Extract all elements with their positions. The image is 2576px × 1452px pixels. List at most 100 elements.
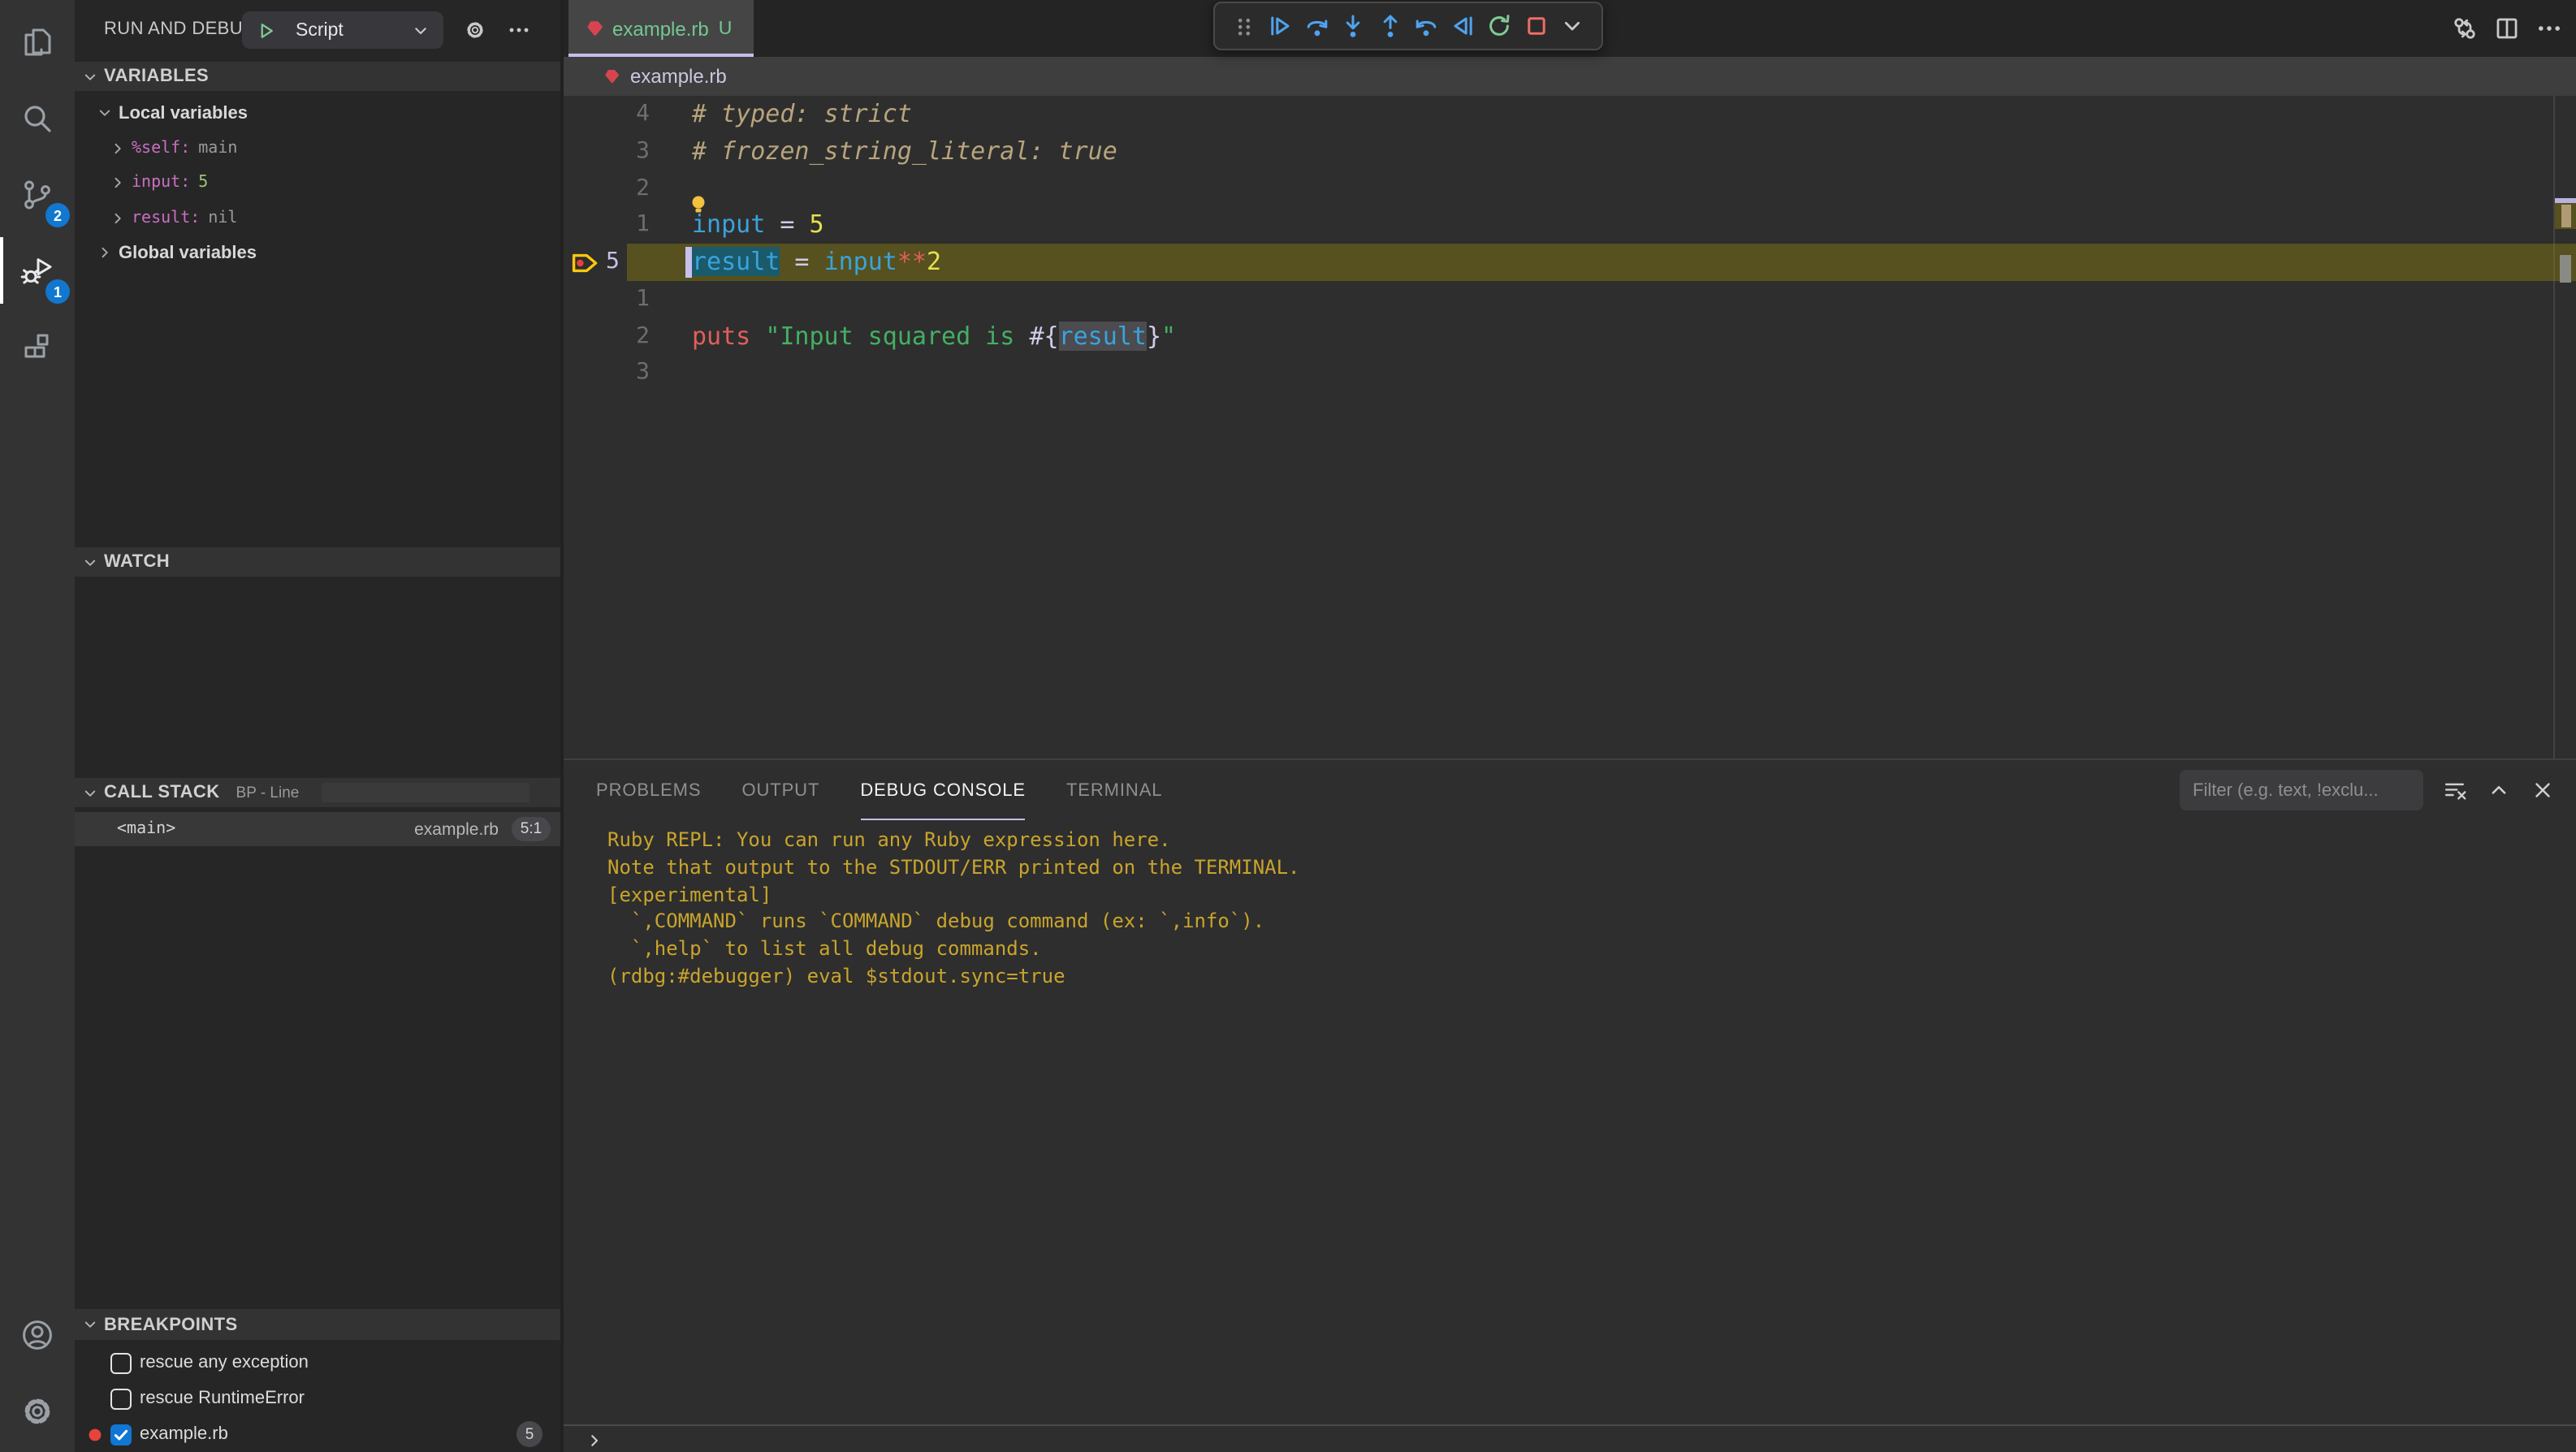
panel-tab-label: PROBLEMS (596, 780, 702, 800)
code-line[interactable]: 5 result = input**2 (564, 244, 2576, 281)
stop-icon (1523, 13, 1549, 39)
activity-settings-button[interactable] (0, 1372, 75, 1449)
variable-row[interactable]: result: nil (75, 201, 560, 236)
chevron-down-icon (81, 784, 99, 802)
breakpoint-row[interactable]: example.rb 5 (75, 1416, 560, 1452)
code-line-text: input = 5 (692, 210, 824, 240)
variables-section-header[interactable]: VARIABLES (75, 62, 560, 91)
panel-tab-label: OUTPUT (741, 780, 820, 800)
panel-actions (2180, 770, 2555, 810)
breakpoint-row[interactable]: rescue any exception (75, 1345, 560, 1381)
console-line: [experimental] (607, 883, 772, 906)
call-stack-section-header[interactable]: CALL STACK BP - Line (75, 778, 560, 807)
account-icon (18, 1315, 57, 1354)
console-filter-input[interactable] (2180, 770, 2423, 810)
activity-bar-top: 21 (0, 3, 75, 385)
breakpoint-row[interactable]: rescue RuntimeError (75, 1381, 560, 1416)
panel-tab-label: DEBUG CONSOLE (860, 780, 1026, 800)
activity-bar: 21 (0, 0, 75, 1452)
console-line: (rdbg:#debugger) eval $stdout.sync=true (607, 964, 1065, 987)
panel-tab-label: TERMINAL (1065, 780, 1163, 800)
split-editor-icon[interactable] (2493, 15, 2521, 42)
close-icon[interactable] (743, 18, 744, 39)
reverse-continue-button[interactable] (1449, 12, 1476, 40)
tab-example-rb[interactable]: example.rb U (568, 0, 754, 57)
variables-group-row[interactable]: Global variables (75, 236, 560, 270)
activity-run-and-debug-button[interactable]: 1 (0, 232, 75, 309)
frame-location-badge: 5:1 (512, 817, 551, 841)
maximize-panel-icon[interactable] (2487, 778, 2511, 802)
activity-extensions-button[interactable] (0, 309, 75, 385)
clear-console-icon[interactable] (2443, 778, 2467, 802)
activity-explorer-button[interactable] (0, 3, 75, 80)
continue-button[interactable] (1266, 12, 1294, 40)
stop-button[interactable] (1522, 12, 1549, 40)
chevron-down-icon (81, 1316, 99, 1333)
launch-config-dropdown[interactable]: Script (242, 11, 443, 49)
sidebar-header: RUN AND DEBUG Script (75, 0, 560, 60)
code-line[interactable]: 1 (564, 281, 2576, 318)
ruler-word-highlight-mark (2560, 255, 2571, 283)
more-actions-icon[interactable] (2535, 15, 2563, 42)
section-label: BREAKPOINTS (104, 1315, 238, 1334)
variable-row[interactable]: %self: main (75, 131, 560, 166)
ruler-modified-mark (2561, 205, 2571, 227)
step-out-button[interactable] (1376, 12, 1403, 40)
code-line[interactable]: 3 (564, 355, 2576, 392)
activity-accounts-button[interactable] (0, 1296, 75, 1372)
step-into-button[interactable] (1339, 12, 1367, 40)
code-line-text: result = input**2 (692, 247, 942, 276)
start-debug-icon[interactable] (257, 20, 276, 40)
activity-badge: 2 (45, 203, 70, 227)
breakpoints-section-header[interactable]: BREAKPOINTS (75, 1309, 560, 1340)
step-over-button[interactable] (1303, 12, 1330, 40)
overview-ruler[interactable] (2553, 96, 2576, 758)
breakpoint-checkbox[interactable] (110, 1424, 132, 1445)
variables-group-label: Global variables (119, 243, 257, 263)
variables-group-row[interactable]: Local variables (75, 96, 560, 131)
gear-icon (18, 1391, 57, 1430)
section-label: WATCH (104, 552, 171, 572)
breakpoint-checkbox[interactable] (110, 1352, 132, 1373)
call-stack-frame[interactable]: <main> example.rb 5:1 (75, 812, 560, 846)
variable-value: 5 (198, 174, 209, 192)
line-number: 4 (636, 101, 650, 127)
breakpoint-dot-icon (86, 1425, 104, 1443)
code-editor[interactable]: 4 # typed: strict 3 # frozen_string_literal… (564, 96, 2576, 758)
chevron-down-icon (96, 105, 114, 123)
more-actions-icon[interactable] (507, 18, 531, 42)
variable-row[interactable]: input: 5 (75, 166, 560, 201)
breadcrumb[interactable]: example.rb (564, 57, 2576, 96)
panel-tab-output[interactable]: OUTPUT (741, 760, 819, 820)
activity-source-control-button[interactable]: 2 (0, 156, 75, 232)
gripper-icon (1230, 13, 1256, 39)
code-line[interactable]: 2 (564, 170, 2576, 207)
files-icon (18, 22, 57, 61)
more-button[interactable] (1558, 12, 1586, 40)
variable-value: nil (208, 209, 238, 227)
panel-tabs: PROBLEMS OUTPUT DEBUG CONSOLE TERMINAL (596, 760, 1162, 820)
panel-tab-problems[interactable]: PROBLEMS (596, 760, 701, 820)
watch-section-header[interactable]: WATCH (75, 547, 560, 577)
repl-prompt-icon[interactable] (585, 1431, 604, 1450)
code-line[interactable]: 4 # typed: strict (564, 96, 2576, 133)
drag-button[interactable] (1230, 12, 1257, 40)
close-panel-icon[interactable] (2531, 778, 2555, 802)
breakpoint-label: example.rb (140, 1424, 228, 1444)
panel-tab-debug-console[interactable]: DEBUG CONSOLE (860, 760, 1026, 820)
code-line[interactable]: 3 # frozen_string_literal: true (564, 133, 2576, 171)
call-stack-list: <main> example.rb 5:1 (75, 812, 560, 846)
code-line[interactable]: 1 input = 5 (564, 197, 2576, 244)
activity-search-button[interactable] (0, 80, 75, 156)
panel-tab-terminal[interactable]: TERMINAL (1066, 760, 1162, 820)
code-line[interactable]: 2 puts "Input squared is #{result}" (564, 318, 2576, 355)
bottom-panel: PROBLEMS OUTPUT DEBUG CONSOLE TERMINAL Ruby… (564, 760, 2576, 1452)
restart-icon (1486, 13, 1512, 39)
debug-settings-gear-icon[interactable] (463, 18, 487, 42)
code-line-text: puts "Input squared is #{result}" (692, 321, 1177, 350)
chevron-right-icon (109, 175, 127, 192)
open-changes-icon[interactable] (2451, 15, 2479, 42)
step-back-button[interactable] (1412, 12, 1440, 40)
breakpoint-checkbox[interactable] (110, 1388, 132, 1409)
restart-button[interactable] (1485, 12, 1513, 40)
